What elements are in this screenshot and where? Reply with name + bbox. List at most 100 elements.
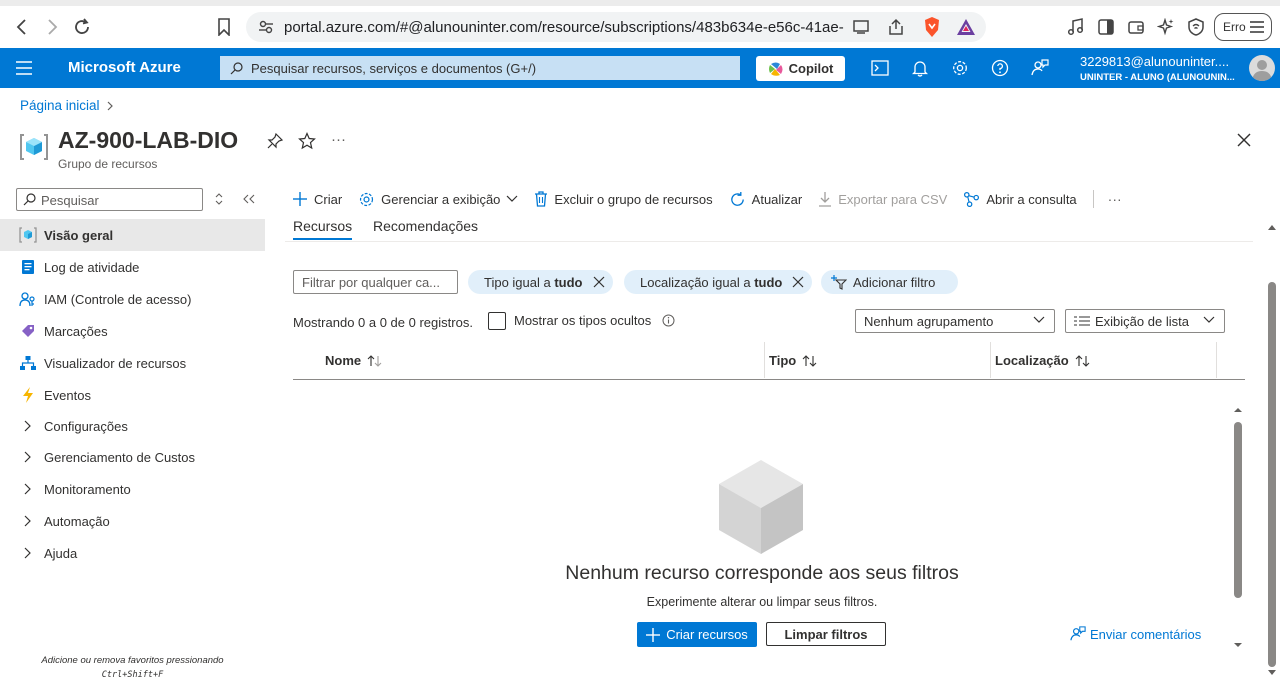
profile-error-button[interactable]: Erro [1214,13,1272,41]
nav-group-help[interactable]: Ajuda [0,537,265,569]
column-header-label: Localização [995,353,1069,368]
nav-item-overview[interactable]: Visão geral [0,219,265,251]
browser-toolbar: portal.azure.com/#@alunouninter.com/reso… [0,0,1280,48]
install-app-icon[interactable] [853,18,871,36]
help-icon[interactable] [989,57,1011,79]
pin-icon[interactable] [266,132,284,150]
media-icon[interactable] [1064,15,1088,39]
share-icon[interactable] [887,18,905,36]
copilot-label: Copilot [788,61,834,76]
plus-icon [646,627,661,642]
account-name[interactable]: 3229813@alunouninter.... [1080,54,1229,69]
sidebar-icon[interactable] [1094,15,1118,39]
open-query-button[interactable]: Abrir a consulta [963,191,1077,208]
settings-gear-icon[interactable] [949,57,971,79]
column-header-label: Nome [325,353,362,368]
send-feedback-label: Enviar comentários [1090,626,1202,642]
add-filter-button[interactable]: Adicionar filtro [821,270,958,294]
site-settings-icon[interactable] [258,19,274,35]
notifications-icon[interactable] [909,57,931,79]
copilot-button[interactable]: Copilot [756,56,845,81]
nav-item-resource-visualizer[interactable]: Visualizador de recursos [0,347,265,379]
breadcrumb-home-link[interactable]: Página inicial [20,98,100,113]
column-header-name[interactable]: Nome [325,353,383,368]
refresh-icon [730,191,744,206]
nav-item-activity-log[interactable]: Log de atividade [0,251,265,283]
nav-group-automation[interactable]: Automação [0,505,265,537]
nav-item-events[interactable]: Eventos [0,379,265,411]
page-scrollbar[interactable] [1264,218,1280,682]
favorite-star-icon[interactable] [298,132,316,150]
cloud-shell-icon[interactable] [869,57,891,79]
bookmark-icon[interactable] [212,15,236,39]
table-scrollbar[interactable] [1231,405,1245,650]
avatar[interactable] [1249,55,1275,81]
portal-menu-icon[interactable] [16,61,32,75]
view-mode-dropdown[interactable]: Exibição de lista [1065,309,1225,333]
feedback-icon [1070,626,1086,641]
nav-group-settings[interactable]: Configurações [0,411,265,441]
forward-icon[interactable] [40,15,64,39]
nav-group-label: Monitoramento [44,481,131,497]
column-divider[interactable] [1216,342,1217,378]
nav-item-label: IAM (Controle de acesso) [44,291,192,307]
chevron-right-icon [21,417,33,435]
clear-filters-button[interactable]: Limpar filtros [766,622,886,646]
column-header-location[interactable]: Localização [995,353,1091,368]
collapse-nav-icon[interactable] [243,194,255,204]
nav-item-tags[interactable]: Marcações [0,315,265,347]
close-icon[interactable] [1236,132,1252,148]
show-hidden-types-label[interactable]: Mostrar os tipos ocultos [514,313,651,328]
nav-search-input[interactable]: Pesquisar [16,188,203,211]
leo-ai-icon[interactable] [1154,15,1178,39]
feedback-icon[interactable] [1029,57,1051,79]
brand-title[interactable]: Microsoft Azure [68,59,181,76]
wallet-icon[interactable] [1124,15,1148,39]
global-search-input[interactable]: Pesquisar recursos, serviços e documento… [220,56,740,80]
chevron-down-icon [1203,316,1215,323]
delete-resource-group-button[interactable]: Excluir o grupo de recursos [534,191,713,207]
filter-input[interactable]: Filtrar por qualquer ca... [293,270,458,294]
page-title: AZ-900-LAB-DIO [58,127,239,153]
send-feedback-link[interactable]: Enviar comentários [1070,626,1201,642]
copilot-icon [768,62,783,76]
tab-recommendations[interactable]: Recomendações [373,218,478,234]
column-divider[interactable] [990,342,991,378]
more-commands-button[interactable]: ··· [1108,191,1122,207]
nav-group-label: Gerenciamento de Custos [44,449,196,465]
location-filter-value: tudo [754,274,783,290]
chevron-right-icon [21,512,33,530]
column-header-type[interactable]: Tipo [769,353,818,368]
location-filter-pill[interactable]: Localização igual a tudo [624,270,812,294]
resource-group-icon [19,133,49,161]
account-directory[interactable]: UNINTER - ALUNO (ALUNOUNIN... [1080,72,1235,83]
sort-icon [1075,354,1090,367]
export-csv-button[interactable]: Exportar para CSV [818,191,947,207]
grouping-dropdown[interactable]: Nenhum agrupamento [855,309,1055,333]
column-divider[interactable] [764,342,765,378]
create-button[interactable]: Criar [292,191,342,207]
tab-resources[interactable]: Recursos [293,218,353,240]
refresh-label: Atualizar [751,191,803,207]
manage-view-button[interactable]: Gerenciar a exibição [358,191,518,208]
more-actions-button[interactable]: ··· [331,131,346,148]
create-resources-button[interactable]: Criar recursos [637,622,757,647]
type-filter-pill[interactable]: Tipo igual a tudo [468,270,613,294]
vpn-icon[interactable] [1184,15,1208,39]
nav-group-cost-management[interactable]: Gerenciamento de Custos [0,441,265,473]
nav-group-monitoring[interactable]: Monitoramento [0,473,265,505]
back-icon[interactable] [10,15,34,39]
sort-toggle-icon[interactable] [214,193,224,205]
brave-shields-icon[interactable] [922,16,942,38]
reload-icon[interactable] [70,15,94,39]
brave-rewards-icon[interactable] [956,17,976,37]
nav-item-label: Log de atividade [44,259,140,275]
favorites-hint-shortcut: Ctrl+Shift+F [101,670,164,680]
nav-item-iam[interactable]: IAM (Controle de acesso) [0,283,265,315]
profile-error-label: Erro [1223,20,1246,34]
refresh-button[interactable]: Atualizar [729,191,803,208]
resource-menu: Visão geral Log de atividade IAM (Contro… [0,219,265,569]
show-hidden-types-checkbox[interactable] [488,312,506,330]
info-icon[interactable] [662,314,675,327]
address-bar[interactable]: portal.azure.com/#@alunouninter.com/reso… [246,12,986,42]
